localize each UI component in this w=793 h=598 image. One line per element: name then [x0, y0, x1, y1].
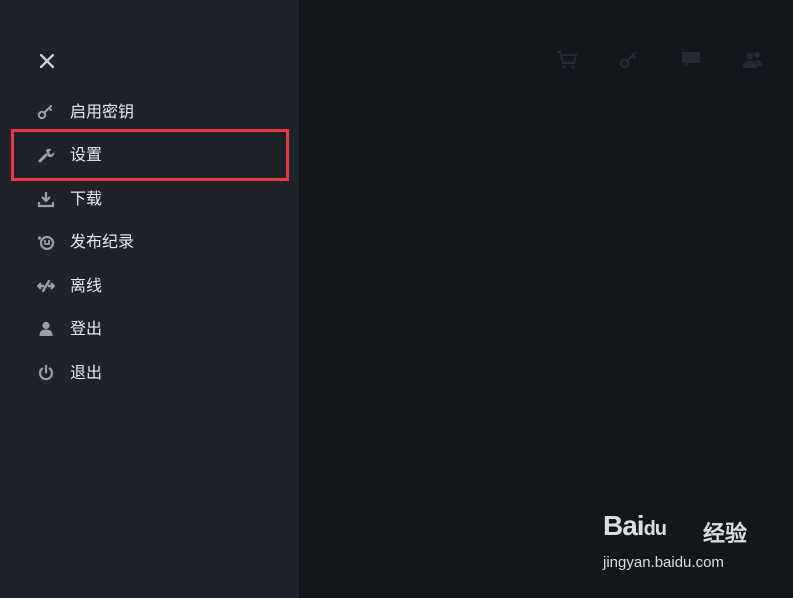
watermark-logo: Baidu [603, 510, 667, 541]
side-drawer: 启用密钥 设置 下载 发布纪录 离线 登出 退出 [0, 0, 299, 598]
menu-item-quit[interactable]: 退出 [0, 351, 299, 395]
close-button[interactable] [36, 50, 58, 72]
key-icon[interactable] [617, 48, 641, 72]
highlight-annotation [11, 129, 289, 181]
menu-item-offline[interactable]: 离线 [0, 264, 299, 308]
dimmed-main-area[interactable]: Baidu 经验 jingyan.baidu.com [299, 0, 793, 598]
friends-icon[interactable] [741, 48, 765, 72]
menu-item-logout[interactable]: 登出 [0, 308, 299, 352]
download-icon [37, 190, 55, 208]
key-icon [37, 103, 55, 121]
watermark-url: jingyan.baidu.com [603, 554, 724, 571]
menu-item-activate-key[interactable]: 启用密钥 [0, 90, 299, 134]
menu-item-label: 登出 [70, 319, 103, 339]
watermark-label: 经验 [703, 522, 748, 547]
chat-icon[interactable] [679, 48, 703, 72]
menu-item-label: 退出 [70, 362, 103, 382]
close-icon [40, 54, 54, 68]
cart-icon[interactable] [555, 48, 579, 72]
menu-item-label: 启用密钥 [70, 101, 135, 121]
power-icon [37, 364, 55, 382]
app-window: 启用密钥 设置 下载 发布纪录 离线 登出 退出 Baidu 经验 jingya… [0, 0, 793, 598]
menu-item-label: 下载 [70, 188, 103, 208]
offline-icon [37, 277, 55, 295]
menu-item-release-notes[interactable]: 发布纪录 [0, 221, 299, 265]
baidu-watermark: Baidu 经验 jingyan.baidu.com [603, 510, 753, 580]
top-toolbar [299, 48, 793, 72]
menu-item-download[interactable]: 下载 [0, 177, 299, 221]
user-icon [37, 320, 55, 338]
menu-item-label: 发布纪录 [70, 232, 135, 252]
release-notes-icon [37, 233, 55, 251]
menu-item-label: 离线 [70, 275, 103, 295]
